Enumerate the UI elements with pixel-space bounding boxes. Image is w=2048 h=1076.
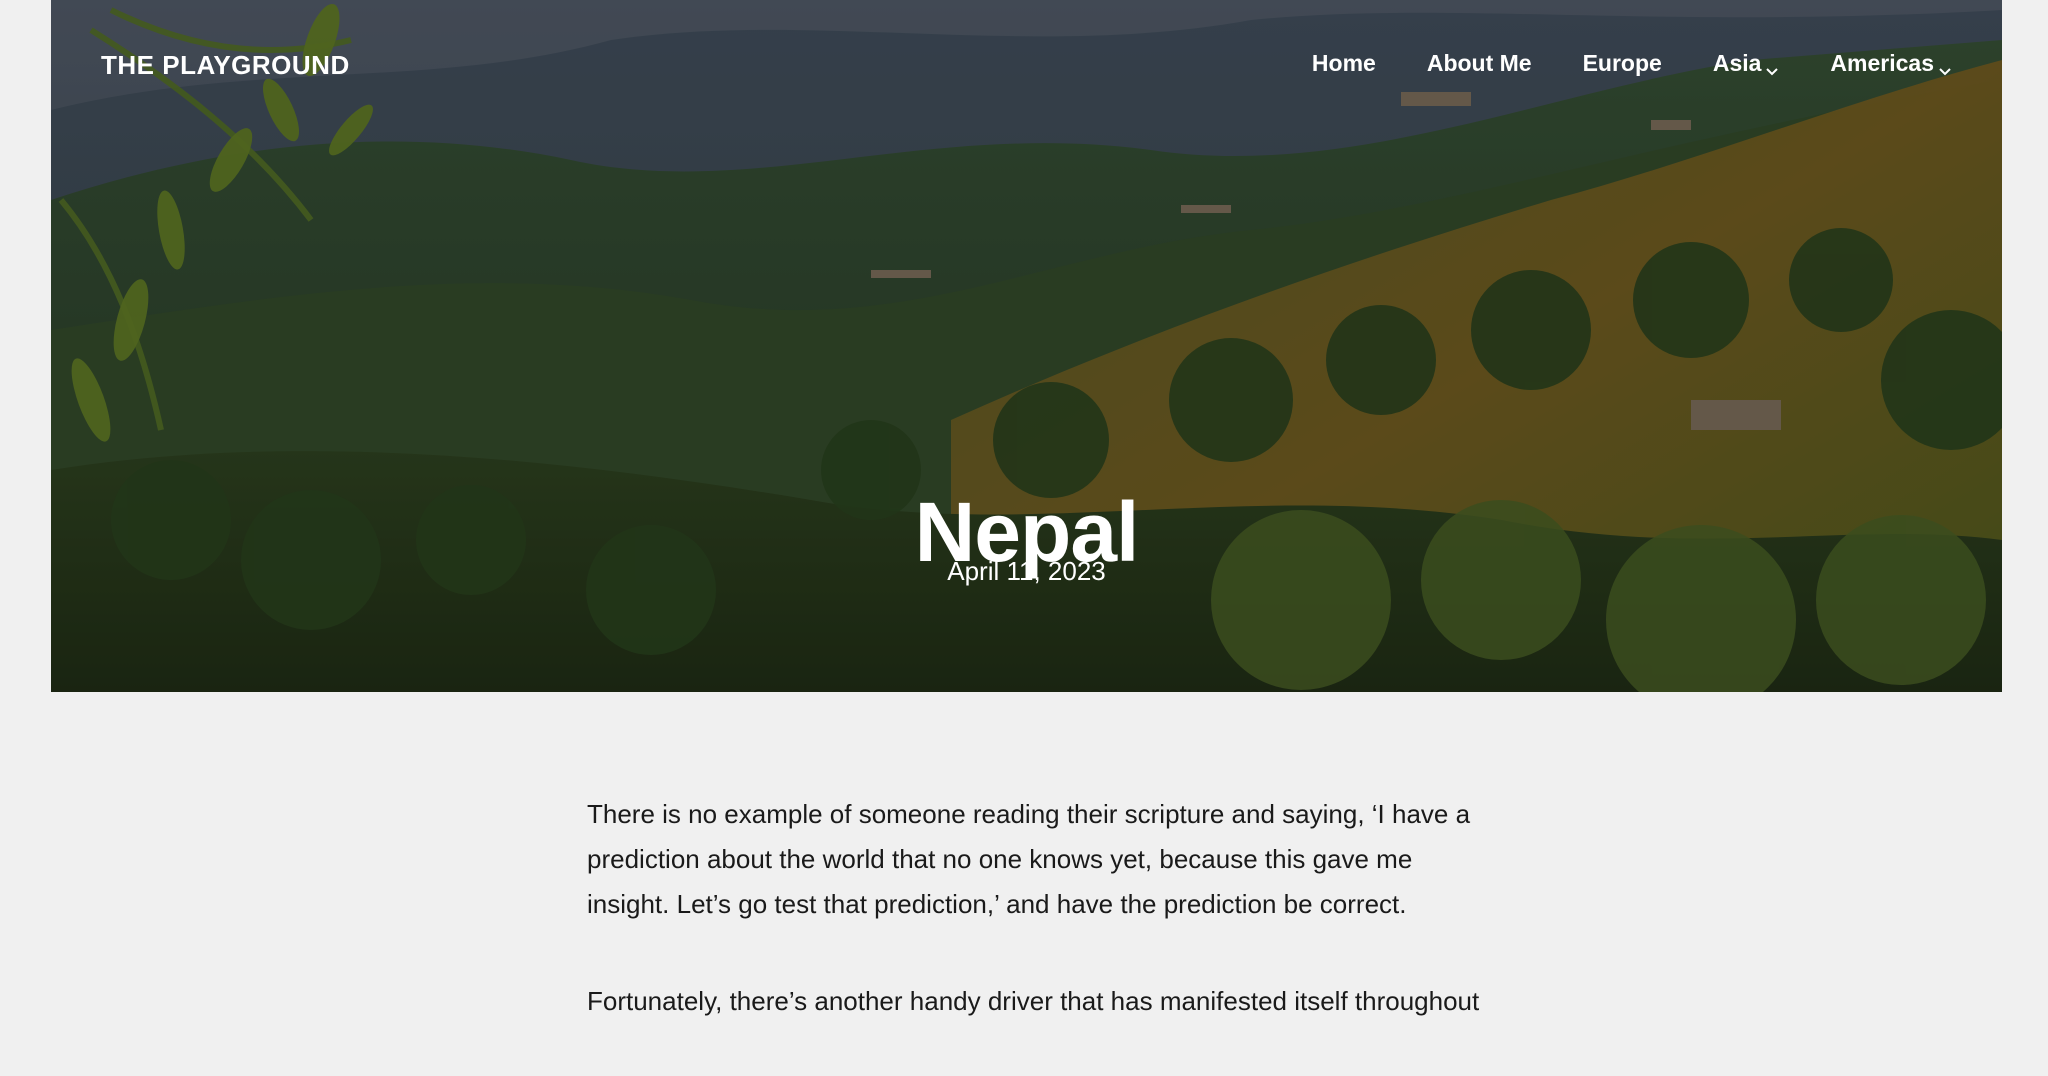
hero-banner: THE PLAYGROUND Home About Me Europe Asia… [51,0,2002,692]
article-paragraph: There is no example of someone reading t… [587,799,1471,919]
nav-item-home[interactable]: Home [1312,50,1376,77]
hero-overlay [51,0,2002,692]
main-navigation: Home About Me Europe Asia Americas [1312,50,1952,77]
nav-item-label: Asia [1712,50,1762,76]
nav-item-asia[interactable]: Asia [1713,50,1780,77]
post-date: April 11, 2023 [947,556,1106,586]
site-title-link[interactable]: THE PLAYGROUND [101,50,350,81]
chevron-down-icon [1765,57,1779,75]
nav-item-americas[interactable]: Americas [1830,50,1952,77]
article-body: There is no example of someone reading t… [587,792,1487,1076]
nav-item-label: Europe [1582,50,1662,76]
nav-item-europe[interactable]: Europe [1583,50,1662,77]
nav-item-label: Americas [1830,50,1934,76]
article-paragraph: Fortunately, there’s another handy drive… [587,986,1480,1016]
nav-item-label: About Me [1426,50,1532,76]
nav-item-label: Home [1311,50,1376,76]
chevron-down-icon [1938,57,1952,75]
nav-item-about-me[interactable]: About Me [1427,50,1532,77]
